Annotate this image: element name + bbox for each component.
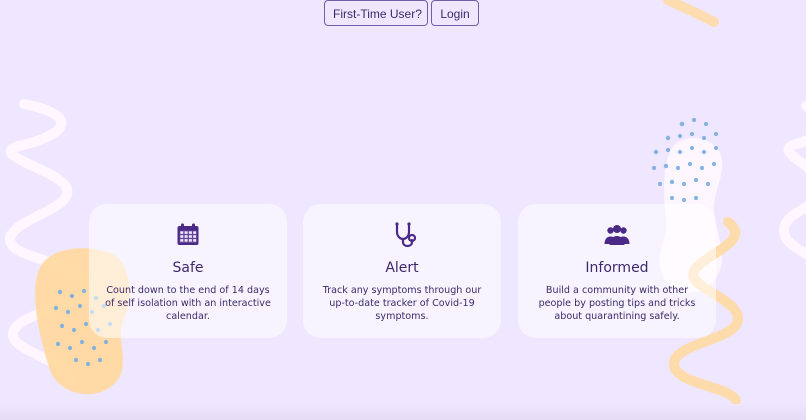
top-nav: First-Time User? Login [0, 0, 806, 30]
feature-card-safe: Safe Count down to the end of 14 days of… [89, 204, 287, 338]
auth-buttons: First-Time User? Login [324, 0, 479, 26]
feature-description: Count down to the end of 14 days of self… [105, 285, 271, 322]
decorative-squiggle-right [779, 101, 806, 260]
stethoscope-icon [395, 222, 416, 248]
calendar-icon [177, 223, 199, 245]
landing-page: First-Time User? Login Safe Count down t… [0, 0, 806, 420]
feature-title: Informed [585, 260, 649, 276]
users-icon [604, 225, 630, 245]
first-time-user-button[interactable]: First-Time User? [324, 0, 428, 26]
feature-title: Safe [172, 260, 204, 276]
feature-description: Track any symptoms through our up-to-dat… [322, 285, 482, 322]
feature-title: Alert [385, 260, 419, 276]
bottom-shadow [0, 402, 806, 420]
feature-description: Build a community with other people by p… [538, 285, 696, 322]
feature-card-informed: Informed Build a community with other pe… [518, 204, 716, 338]
feature-card-alert: Alert Track any symptoms through our up-… [303, 204, 501, 338]
login-button[interactable]: Login [431, 0, 479, 26]
